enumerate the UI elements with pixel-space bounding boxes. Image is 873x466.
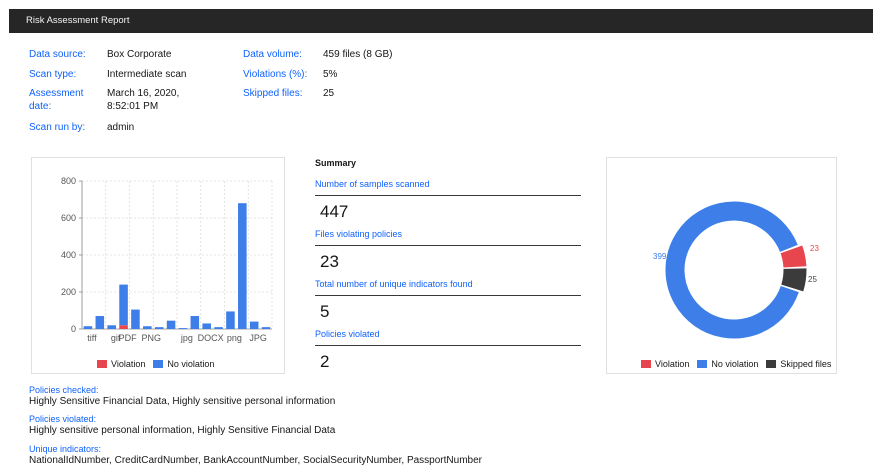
summary-label: Total number of unique indicators found	[315, 279, 473, 289]
bar-no-violation	[131, 309, 140, 329]
x-tick-label: tiff	[87, 333, 97, 343]
meta-value: 459 files (8 GB)	[323, 49, 393, 60]
policies-violated-label: Policies violated:	[29, 414, 97, 424]
policies-violated: Policies violated: Highly sensitive pers…	[29, 413, 335, 437]
summary-label: Files violating policies	[315, 229, 403, 239]
unique-indicators: Unique indicators: NationalIdNumber, Cre…	[29, 443, 482, 466]
bar-no-violation	[83, 326, 93, 329]
x-tick-label: JPG	[249, 333, 267, 343]
window-title: Risk Assessment Report	[26, 15, 130, 26]
meta-key: Assessment date:	[29, 88, 84, 112]
summary-heading: Summary	[315, 158, 357, 168]
legend-swatch-violation	[641, 360, 651, 368]
file-type-bar-chart: 0200400600800tiff gifPDF PNG jpg DOCX png JPG	[61, 176, 273, 343]
policies-checked-label: Policies checked:	[29, 385, 99, 395]
meta-value: 25	[323, 88, 335, 99]
summary-row-files-violating: Files violating policies 23	[315, 228, 581, 278]
bar-no-violation	[249, 321, 259, 329]
bar-no-violation	[119, 284, 128, 326]
legend-label-violation: Violation	[111, 359, 146, 369]
bar-no-violation	[95, 316, 105, 329]
bar-no-violation	[107, 325, 116, 329]
x-tick-label: jpg	[180, 333, 193, 343]
meta-value: March 16, 2020, 8:52:01 PM	[107, 88, 180, 112]
bar-no-violation	[214, 327, 223, 329]
policies-checked: Policies checked: Highly Sensitive Finan…	[29, 384, 335, 408]
bar-no-violation	[226, 311, 235, 329]
legend-swatch-no-violation	[697, 360, 708, 368]
summary-label: Number of samples scanned	[315, 179, 430, 189]
policies-violated-value: Highly sensitive personal information, H…	[29, 425, 336, 436]
x-tick-label: PDF	[119, 333, 138, 343]
meta-key: Scan run by:	[29, 122, 86, 133]
meta-key: Data volume:	[243, 49, 302, 60]
bar-no-violation	[190, 316, 200, 329]
bar-no-violation	[178, 328, 188, 329]
meta-value: 5%	[323, 69, 338, 80]
summary-value: 447	[320, 202, 349, 221]
unique-indicators-label: Unique indicators:	[29, 444, 102, 454]
summary-value: 23	[320, 252, 339, 271]
legend-swatch-no-violation	[153, 360, 164, 368]
donut-slice-skipped	[781, 268, 807, 292]
meta-key: Scan type:	[29, 69, 77, 80]
x-tick-label: PNG	[142, 333, 162, 343]
summary-section: Summary Number of samples scanned 447 Fi…	[315, 158, 581, 378]
donut-slice-label: 399	[653, 252, 667, 261]
bar-no-violation	[143, 326, 152, 329]
meta-key: Data source:	[29, 49, 86, 60]
x-tick-label: png	[227, 333, 242, 343]
donut-chart-panel: 23 399 25 Violation No violation Skipped f…	[606, 157, 837, 374]
summary-label: Policies violated	[315, 329, 380, 339]
bar-chart-panel: 0 200 400 600 800 tiff gif PDF PNG jpg DOCX png JPG …	[31, 157, 285, 374]
legend-label-violation: Violation	[655, 359, 690, 369]
bar-no-violation	[238, 203, 247, 329]
summary-row-samples: Number of samples scanned 447	[315, 178, 581, 228]
legend-label-no-violation: No violation	[167, 359, 215, 369]
summary-value: 2	[320, 352, 330, 371]
meta-value: admin	[107, 122, 135, 133]
file-status-donut-chart: 23 399 25	[653, 201, 819, 339]
x-tick-label: DOCX	[198, 333, 224, 343]
summary-row-unique-indicators: Total number of unique indicators found …	[315, 278, 581, 328]
meta-value: Box Corporate	[107, 49, 172, 60]
bar-no-violation	[261, 327, 271, 329]
donut-slice-no-violation	[665, 201, 799, 339]
bar-no-violation	[154, 327, 164, 329]
meta-key: Skipped files:	[243, 88, 303, 99]
meta-value: Intermediate scan	[107, 69, 187, 80]
meta-key: Violations (%):	[243, 69, 308, 80]
donut-slice-violation	[780, 245, 807, 268]
y-tick-label: 0	[71, 324, 76, 334]
bar-no-violation	[202, 323, 211, 329]
summary-value: 5	[320, 302, 330, 321]
window-titlebar: Risk Assessment Report	[9, 9, 873, 33]
legend-swatch-violation	[97, 360, 107, 368]
bar-no-violation	[166, 320, 176, 329]
legend-swatch-skipped	[766, 360, 777, 368]
policies-checked-value: Highly Sensitive Financial Data, Highly …	[29, 396, 336, 407]
donut-slice-label: 25	[808, 275, 817, 284]
legend-label-skipped: Skipped files	[780, 359, 832, 369]
y-tick-label: 200	[61, 287, 76, 297]
y-tick-label: 800	[61, 176, 76, 186]
summary-row-policies-violated: Policies violated 2	[315, 328, 581, 378]
donut-chart-legend: Violation No violation Skipped files	[641, 359, 831, 369]
bar-chart-legend: Violation No violation	[97, 359, 214, 369]
legend-label-no-violation: No violation	[711, 359, 759, 369]
unique-indicators-value: NationalIdNumber, CreditCardNumber, Bank…	[29, 455, 482, 466]
donut-slice-label: 23	[810, 244, 819, 253]
bar-violation	[119, 325, 128, 329]
y-tick-label: 600	[61, 213, 76, 223]
y-tick-label: 400	[61, 250, 76, 260]
